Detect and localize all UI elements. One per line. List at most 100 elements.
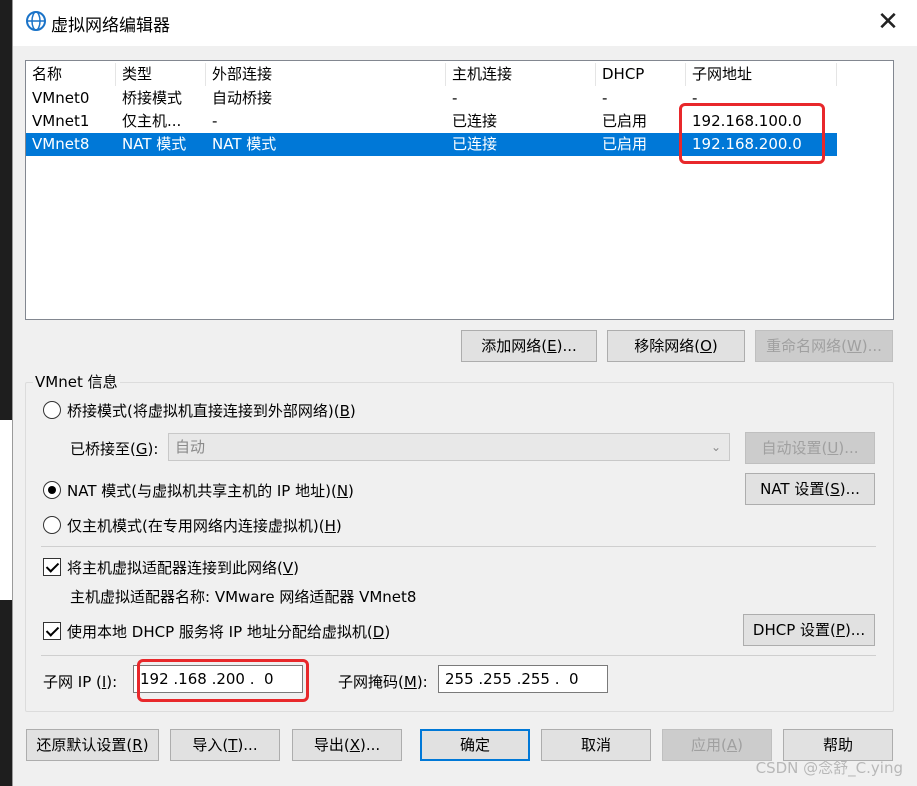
cell-external: - (212, 112, 218, 130)
cell-dhcp: 已启用 (602, 112, 648, 130)
accelerator-key: B (339, 402, 350, 420)
column-header-subnet[interactable]: 子网地址 (686, 63, 837, 86)
bridged-to-label: 已桥接至(G): (70, 438, 158, 459)
label-text: 桥接模式(将虚拟机直接连接到外部网络)( (67, 402, 340, 420)
ok-button[interactable]: 确定 (420, 729, 530, 761)
cell-host: 已连接 (452, 112, 498, 130)
nat-mode-label[interactable]: NAT 模式(与虚拟机共享主机的 IP 地址)(N) (67, 480, 354, 501)
nat-settings-button[interactable]: NAT 设置(S)... (745, 473, 875, 505)
import-button[interactable]: 导入(T)... (170, 729, 280, 761)
remove-network-button[interactable]: 移除网络(O) (607, 330, 745, 362)
cell-type: 桥接模式 (122, 89, 183, 107)
cell-dhcp: - (602, 89, 608, 107)
vmnet-info-title: VMnet 信息 (33, 371, 120, 392)
accelerator-key: U (827, 439, 839, 457)
button-label-tail: )... (839, 480, 860, 498)
button-label: NAT 设置( (760, 480, 831, 498)
cell-type: NAT 模式 (122, 135, 187, 153)
bridge-mode-label[interactable]: 桥接模式(将虚拟机直接连接到外部网络)(B) (67, 400, 356, 421)
bridged-to-select[interactable]: 自动 ⌄ (168, 433, 730, 461)
bridge-mode-radio[interactable] (43, 401, 61, 419)
label-text: 仅主机模式(在专用网络内连接虚拟机)( (67, 517, 325, 535)
label-text: 将主机虚拟适配器连接到此网络( (67, 559, 283, 577)
button-label-tail: )... (359, 736, 381, 754)
button-label: 还原默认设置( (36, 736, 133, 754)
globe-icon (26, 11, 46, 31)
button-label-tail: )... (861, 337, 882, 355)
subnet-mask-field[interactable]: 255 .255 .255 . 0 (438, 665, 608, 693)
close-icon[interactable]: ✕ (874, 8, 902, 36)
column-header-dhcp[interactable]: DHCP (596, 63, 686, 86)
list-header: 名称 类型 外部连接 主机连接 DHCP 子网地址 (26, 63, 837, 86)
label-text: 子网 IP ( (43, 673, 102, 691)
cell-host: - (452, 89, 458, 107)
add-network-button[interactable]: 添加网络(E)... (461, 330, 597, 362)
highlight-box-subnet-ip (137, 659, 309, 702)
restore-defaults-button[interactable]: 还原默认设置(R) (26, 729, 159, 761)
host-only-label[interactable]: 仅主机模式(在专用网络内连接虚拟机)(H) (67, 515, 342, 536)
button-label-tail: )... (844, 621, 866, 639)
label-text: 已桥接至( (70, 440, 136, 458)
subnet-mask-label: 子网掩码(M): (338, 671, 428, 692)
label-text: 使用本地 DHCP 服务将 IP 地址分配给虚拟机( (67, 623, 373, 641)
dhcp-settings-button[interactable]: DHCP 设置(P)... (743, 614, 875, 646)
column-header-type[interactable]: 类型 (116, 63, 206, 86)
rename-network-button[interactable]: 重命名网络(W)... (755, 330, 893, 362)
cell-name: VMnet8 (32, 135, 90, 153)
divider (41, 546, 876, 547)
connect-adapter-label[interactable]: 将主机虚拟适配器连接到此网络(V) (67, 557, 299, 578)
background-window (0, 0, 12, 786)
cell-host: 已连接 (452, 135, 498, 153)
cell-name: VMnet1 (32, 112, 90, 130)
network-list[interactable]: 名称 类型 外部连接 主机连接 DHCP 子网地址 VMnet0 桥接模式 自动… (25, 60, 894, 320)
export-button[interactable]: 导出(X)... (292, 729, 402, 761)
button-label: DHCP 设置( (752, 621, 836, 639)
accelerator-key: M (403, 673, 417, 691)
button-label-tail: ) (737, 736, 743, 754)
use-dhcp-checkbox[interactable] (43, 622, 61, 640)
column-header-name[interactable]: 名称 (26, 63, 116, 86)
window-title: 虚拟网络编辑器 (51, 16, 170, 36)
adapter-name-text: 主机虚拟适配器名称: VMware 网络适配器 VMnet8 (70, 588, 417, 606)
label-tail: ): (147, 440, 159, 458)
label-tail: ) (348, 482, 354, 500)
label-tail: ) (349, 402, 356, 420)
accelerator-key: V (282, 559, 294, 577)
column-header-host[interactable]: 主机连接 (446, 63, 596, 86)
cell-name: VMnet0 (32, 89, 90, 107)
chevron-down-icon: ⌄ (710, 440, 721, 454)
label-text: NAT 模式(与虚拟机共享主机的 IP 地址)( (67, 482, 337, 500)
select-value: 自动 (175, 438, 206, 456)
connect-adapter-checkbox[interactable] (43, 558, 61, 576)
subnet-ip-label: 子网 IP (I): (43, 671, 117, 692)
column-header-external[interactable]: 外部连接 (206, 63, 446, 86)
button-label: 移除网络( (634, 337, 701, 355)
host-only-radio[interactable] (43, 516, 61, 534)
accelerator-key: N (336, 482, 349, 500)
button-label-tail: )... (556, 337, 577, 355)
accelerator-key: P (835, 621, 845, 639)
button-label-tail: )... (237, 736, 258, 754)
accelerator-key: G (135, 440, 148, 458)
label-text: 子网掩码( (338, 673, 404, 691)
accelerator-key: O (700, 337, 712, 355)
label-tail: ) (293, 559, 299, 577)
auto-settings-button[interactable]: 自动设置(U)... (745, 432, 875, 464)
cancel-button[interactable]: 取消 (541, 729, 651, 761)
accelerator-key: H (324, 517, 336, 535)
accelerator-key: A (726, 736, 738, 754)
accelerator-key: S (830, 480, 840, 498)
accelerator-key: W (846, 337, 862, 355)
label-tail: ): (416, 673, 428, 691)
virtual-network-editor-dialog: 虚拟网络编辑器 ✕ 名称 类型 外部连接 主机连接 DHCP 子网地址 VMne… (12, 0, 917, 786)
use-dhcp-label[interactable]: 使用本地 DHCP 服务将 IP 地址分配给虚拟机(D) (67, 621, 390, 642)
button-label: 重命名网络( (766, 337, 847, 355)
highlight-box-subnets (679, 103, 825, 164)
cell-type: 仅主机... (122, 112, 182, 130)
divider (41, 655, 876, 656)
nat-mode-radio[interactable] (43, 481, 61, 499)
label-tail: ) (335, 517, 342, 535)
label-tail: ) (384, 623, 391, 641)
button-label-tail: ) (142, 736, 149, 754)
button-label: 导出( (313, 736, 350, 754)
